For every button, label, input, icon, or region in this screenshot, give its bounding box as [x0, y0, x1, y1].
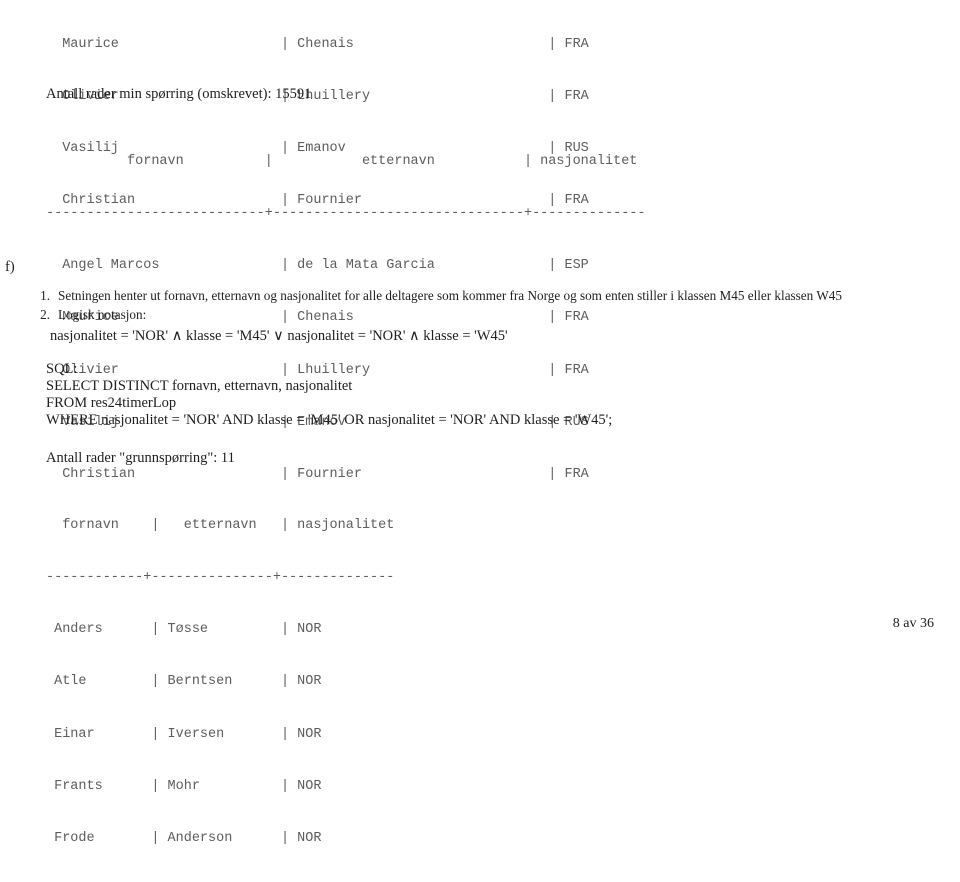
- row-count-rewritten-query: Antall rader min spørring (omskrevet): 1…: [46, 86, 312, 102]
- table-row: Frants | Mohr | NOR: [46, 778, 322, 794]
- table-row: Christian | Fournier | FRA: [46, 467, 589, 483]
- table-header-row: fornavn | etternavn | nasjonalitet: [46, 153, 638, 169]
- page-number-footer: 8 av 36: [892, 616, 934, 631]
- logic-notation-expression: nasjonalitet = 'NOR' ∧ klasse = 'M45' ∨ …: [50, 328, 508, 344]
- table-row: Einar | Iversen | NOR: [46, 726, 322, 742]
- table-row: Maurice | Chenais | FRA: [46, 36, 589, 52]
- list-item-number: 2.: [40, 306, 50, 322]
- table-row: Angel Marcos | de la Mata Garcia | ESP: [46, 258, 589, 274]
- sql-select-line: SELECT DISTINCT fornavn, etternavn, nasj…: [46, 378, 353, 394]
- list-item: 2. Logisk notasjon:: [28, 307, 954, 324]
- sql-from-line: FROM res24timerLop: [46, 395, 177, 411]
- list-item-number: 1.: [40, 288, 50, 303]
- table-separator: ---------------------------+------------…: [46, 206, 646, 222]
- task-list: 1. Setningen henter ut fornavn, etternav…: [28, 288, 954, 325]
- table-header-row: fornavn | etternavn | nasjonalitet: [46, 517, 395, 533]
- section-marker: f): [5, 259, 15, 275]
- document-page: Maurice | Chenais | FRA Olivier | Lhuill…: [0, 0, 960, 846]
- sql-label: SQL:: [46, 361, 78, 377]
- sql-block: SQL: SELECT DISTINCT fornavn, etternavn,…: [46, 361, 612, 429]
- row-count-base-query: Antall rader "grunnspørring": 11: [46, 450, 235, 466]
- list-item-text: Logisk notasjon:: [58, 306, 147, 322]
- sql-where-line: WHERE nasjonalitet = 'NOR' AND klasse = …: [46, 412, 613, 428]
- table-row: Frode | Anderson | NOR: [46, 831, 322, 847]
- table-row: Atle | Berntsen | NOR: [46, 674, 322, 690]
- query-result-table-base: fornavn | etternavn | nasjonalitet -----…: [46, 482, 394, 882]
- list-item-text: Setningen henter ut fornavn, etternavn o…: [58, 288, 842, 303]
- list-item: 1. Setningen henter ut fornavn, etternav…: [28, 288, 954, 305]
- table-separator: ------------+---------------+-----------…: [46, 570, 395, 586]
